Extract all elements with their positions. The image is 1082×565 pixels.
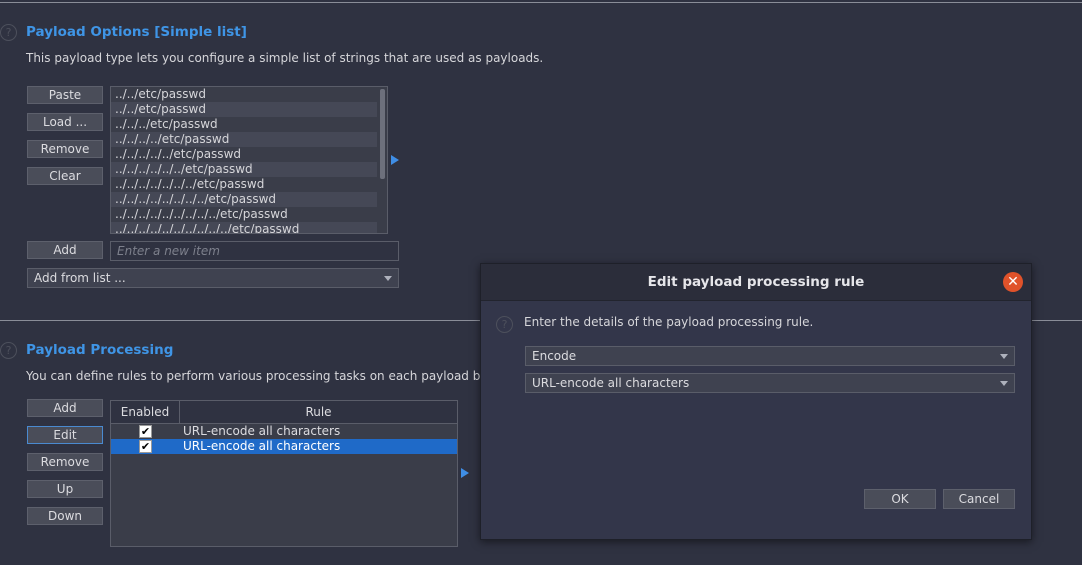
list-item[interactable]: ../../../../../etc/passwd	[111, 147, 377, 162]
payload-options-description: This payload type lets you configure a s…	[26, 51, 544, 65]
help-icon[interactable]: ?	[0, 24, 17, 41]
add-rule-button[interactable]: Add	[27, 399, 103, 417]
list-item[interactable]: ../../../etc/passwd	[111, 117, 377, 132]
list-item[interactable]: ../../../../../../etc/passwd	[111, 162, 377, 177]
rule-type-dropdown[interactable]: Encode	[525, 346, 1015, 366]
ok-button[interactable]: OK	[864, 489, 936, 509]
top-divider	[0, 2, 1082, 3]
chevron-down-icon	[1000, 354, 1008, 359]
edit-rule-button[interactable]: Edit	[27, 426, 103, 444]
rule-option-value: URL-encode all characters	[532, 376, 690, 390]
table-header: Enabled Rule	[111, 401, 457, 424]
enabled-checkbox[interactable]: ✔	[139, 425, 152, 438]
payload-processing-description: You can define rules to perform various …	[26, 369, 524, 383]
new-item-input[interactable]: Enter a new item	[110, 241, 399, 261]
rule-type-value: Encode	[532, 349, 577, 363]
add-item-button[interactable]: Add	[27, 241, 103, 259]
arrow-right-icon[interactable]	[391, 155, 399, 165]
payload-options-title: Payload Options [Simple list]	[26, 24, 247, 40]
chevron-down-icon	[384, 276, 392, 281]
cancel-button[interactable]: Cancel	[943, 489, 1015, 509]
column-header-enabled[interactable]: Enabled	[111, 401, 180, 424]
list-scrollbar[interactable]	[380, 89, 385, 179]
add-from-list-label: Add from list ...	[34, 271, 126, 285]
clear-button[interactable]: Clear	[27, 167, 103, 185]
dialog-instructions: Enter the details of the payload process…	[524, 315, 814, 329]
list-item[interactable]: ../../../../../../../../../../etc/passwd	[111, 222, 377, 233]
list-item[interactable]: ../../../../../../../../etc/passwd	[111, 192, 377, 207]
remove-button[interactable]: Remove	[27, 140, 103, 158]
up-button[interactable]: Up	[27, 480, 103, 498]
payload-list[interactable]: ../../etc/passwd ../../etc/passwd ../../…	[110, 86, 388, 234]
rule-cell: URL-encode all characters	[183, 439, 341, 453]
edit-rule-dialog: Edit payload processing rule ✕ ? Enter t…	[480, 263, 1032, 540]
list-item[interactable]: ../../../../../../../etc/passwd	[111, 177, 377, 192]
help-icon[interactable]: ?	[0, 342, 17, 359]
load-button[interactable]: Load ...	[27, 113, 103, 131]
help-icon[interactable]: ?	[496, 316, 513, 333]
processing-rules-table[interactable]: Enabled Rule ✔ URL-encode all characters…	[110, 400, 458, 547]
remove-rule-button[interactable]: Remove	[27, 453, 103, 471]
list-item[interactable]: ../../etc/passwd	[111, 87, 377, 102]
add-from-list-dropdown[interactable]: Add from list ...	[27, 268, 399, 288]
dialog-title: Edit payload processing rule	[647, 274, 865, 290]
table-row[interactable]: ✔ URL-encode all characters	[111, 439, 457, 454]
rule-option-dropdown[interactable]: URL-encode all characters	[525, 373, 1015, 393]
close-icon[interactable]: ✕	[1003, 272, 1023, 292]
arrow-right-icon[interactable]	[461, 468, 469, 478]
dialog-titlebar: Edit payload processing rule ✕	[481, 264, 1031, 301]
enabled-checkbox[interactable]: ✔	[139, 440, 152, 453]
list-item[interactable]: ../../../../etc/passwd	[111, 132, 377, 147]
rule-cell: URL-encode all characters	[183, 424, 341, 438]
chevron-down-icon	[1000, 381, 1008, 386]
payload-processing-title: Payload Processing	[26, 342, 174, 358]
column-header-rule[interactable]: Rule	[180, 401, 457, 424]
table-row[interactable]: ✔ URL-encode all characters	[111, 424, 457, 439]
down-button[interactable]: Down	[27, 507, 103, 525]
paste-button[interactable]: Paste	[27, 86, 103, 104]
list-item[interactable]: ../../etc/passwd	[111, 102, 377, 117]
list-item[interactable]: ../../../../../../../../../etc/passwd	[111, 207, 377, 222]
